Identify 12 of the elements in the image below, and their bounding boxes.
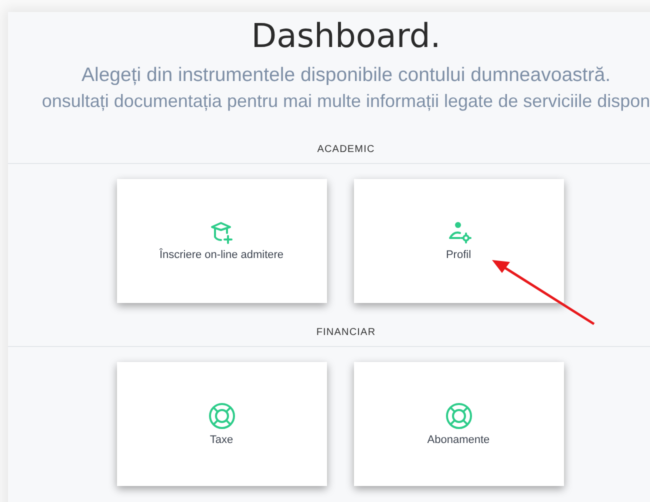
dashboard-card[interactable]: Taxe <box>116 362 326 486</box>
graduation-cap-plus-icon <box>210 221 234 245</box>
page-title: Dashboard. <box>250 15 442 57</box>
lifebuoy-icon <box>444 402 472 430</box>
dashboard-card[interactable]: Înscriere on-line admitere <box>116 179 326 303</box>
lifebuoy-icon <box>208 402 236 430</box>
section-heading: FINANCIAR <box>316 327 376 338</box>
section-heading: ACADEMIC <box>317 144 375 155</box>
dashboard-card[interactable]: Abonamente <box>354 362 564 486</box>
dashboard-card[interactable]: Profil <box>354 179 564 303</box>
subtitle-text: onsultați documentația pentru mai multe informații legate de serviciile dispon <box>40 90 650 113</box>
subtitle-text: Alegeți din instrumentele disponibile contului dumneavoastră. <box>80 63 612 88</box>
